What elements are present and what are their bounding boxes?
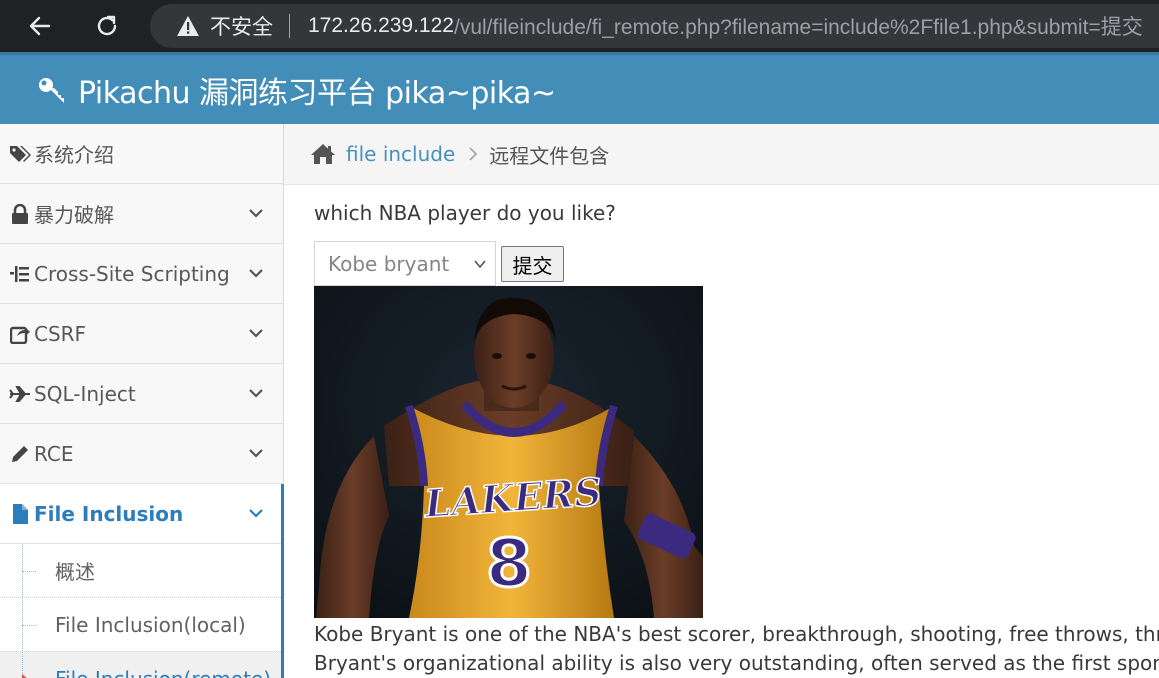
home-icon	[311, 144, 335, 164]
url-separator	[289, 14, 290, 38]
main-content: which NBA player do you like? Kobe bryan…	[284, 185, 1159, 678]
site-title[interactable]: Pikachu 漏洞练习平台 pika~pika~	[78, 68, 556, 112]
submenu-item-overview[interactable]: 概述	[0, 544, 283, 598]
security-status[interactable]: 不安全	[210, 11, 273, 41]
chevron-right-icon	[469, 147, 478, 161]
breadcrumb: file include 远程文件包含	[284, 124, 1159, 185]
sidebar-item-xss[interactable]: Cross-Site Scripting	[0, 244, 283, 304]
sidebar-item-label: RCE	[34, 441, 74, 466]
player-select-value: Kobe bryant	[328, 251, 450, 276]
sidebar-item-csrf[interactable]: CSRF	[0, 304, 283, 364]
submit-button[interactable]: 提交	[501, 246, 564, 282]
chevron-down-icon	[249, 329, 263, 338]
share-icon	[9, 323, 31, 345]
player-description: Kobe Bryant is one of the NBA's best sco…	[314, 620, 1159, 678]
description-line-1: Kobe Bryant is one of the NBA's best sco…	[314, 622, 1159, 646]
caret-right-icon	[22, 674, 28, 678]
list-icon	[9, 263, 31, 285]
sidebar-item-rce[interactable]: RCE	[0, 424, 283, 484]
sidebar-item-file-inclusion[interactable]: File Inclusion	[0, 484, 284, 544]
breadcrumb-current: 远程文件包含	[489, 143, 610, 168]
back-button[interactable]	[22, 8, 58, 44]
file-icon	[9, 503, 31, 525]
chevron-down-icon	[249, 209, 263, 218]
sidebar-item-intro[interactable]: 系统介绍	[0, 124, 283, 184]
submenu-item-remote[interactable]: File Inclusion(remote)	[0, 652, 283, 678]
reload-button[interactable]	[89, 8, 125, 44]
lock-icon	[9, 203, 31, 225]
sidebar-item-label: SQL-Inject	[34, 381, 136, 406]
sidebar-item-label: CSRF	[34, 321, 87, 346]
submenu-item-local[interactable]: File Inclusion(local)	[0, 598, 283, 652]
site-header: Pikachu 漏洞练习平台 pika~pika~	[0, 52, 1159, 124]
breadcrumb-link-file-include[interactable]: file include	[346, 142, 455, 166]
pencil-icon	[9, 443, 31, 465]
reload-icon	[97, 15, 117, 36]
sidebar-item-bruteforce[interactable]: 暴力破解	[0, 184, 283, 244]
submenu-item-label: File Inclusion(remote)	[55, 667, 271, 678]
chevron-down-icon	[474, 260, 486, 269]
chevron-down-icon	[249, 269, 263, 278]
file-inclusion-submenu: 概述 File Inclusion(local) File Inclusion(…	[0, 544, 284, 678]
chevron-down-icon	[249, 449, 263, 458]
sidebar-item-sqli[interactable]: SQL-Inject	[0, 364, 283, 424]
address-bar[interactable]: 不安全 172.26.239.122/vul/fileinclude/fi_re…	[150, 4, 1159, 48]
form-question: which NBA player do you like?	[314, 201, 616, 225]
chevron-down-icon	[249, 509, 263, 518]
browser-toolbar: 不安全 172.26.239.122/vul/fileinclude/fi_re…	[0, 0, 1159, 52]
player-photo: LAKERS 8	[314, 286, 703, 618]
jersey-number: 8	[486, 525, 532, 602]
url-host: 172.26.239.122	[308, 14, 454, 37]
chevron-down-icon	[249, 389, 263, 398]
tags-icon	[9, 143, 31, 165]
player-select[interactable]: Kobe bryant	[314, 241, 496, 286]
sidebar-item-label: File Inclusion	[34, 501, 184, 526]
sidebar-item-label: 暴力破解	[34, 203, 114, 227]
warning-icon[interactable]	[176, 15, 200, 37]
key-icon	[39, 77, 64, 103]
description-line-2: Bryant's organizational ability is also …	[314, 651, 1159, 675]
sidebar-item-label: 系统介绍	[34, 143, 114, 167]
plane-icon	[9, 383, 31, 405]
sidebar-item-label: Cross-Site Scripting	[34, 261, 230, 286]
url-path: /vul/fileinclude/fi_remote.php?filename=…	[453, 16, 1143, 39]
arrow-left-icon	[29, 16, 51, 36]
sidebar: 系统介绍 暴力破解 Cross-Site Scripting CSRF SQL-…	[0, 124, 284, 678]
